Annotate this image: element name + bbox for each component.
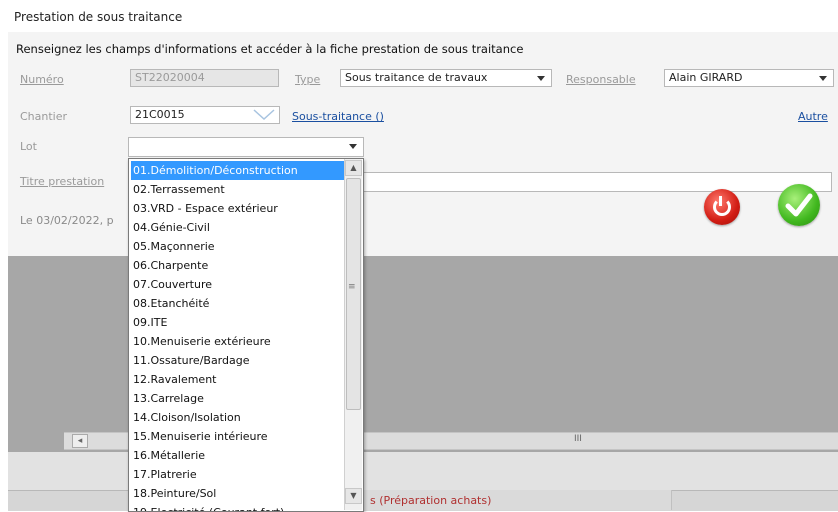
window-title: Prestation de sous traitance: [14, 10, 183, 24]
grip-icon: ≡: [348, 282, 356, 292]
created-text: Le 03/02/2022, p: [20, 214, 114, 227]
type-select[interactable]: Sous traitance de travaux: [340, 69, 552, 87]
dropdown-option[interactable]: 12.Ravalement: [131, 370, 345, 389]
cancel-button[interactable]: [704, 189, 740, 225]
titre-label: Titre prestation: [20, 175, 105, 188]
chantier-value: 21C0015: [135, 108, 185, 121]
dropdown-option[interactable]: 09.ITE: [131, 313, 345, 332]
lot-label: Lot: [20, 140, 37, 153]
dropdown-option[interactable]: 13.Carrelage: [131, 389, 345, 408]
dropdown-option[interactable]: 06.Charpente: [131, 256, 345, 275]
dropdown-option[interactable]: 07.Couverture: [131, 275, 345, 294]
power-icon: [713, 198, 731, 216]
dropdown-scroll-thumb[interactable]: [346, 178, 361, 410]
bottom-tab-label: s (Préparation achats): [370, 494, 492, 507]
lot-select[interactable]: [128, 137, 364, 157]
scroll-left-icon[interactable]: ◂: [72, 434, 88, 448]
dropdown-option[interactable]: 03.VRD - Espace extérieur: [131, 199, 345, 218]
dropdown-option[interactable]: 02.Terrassement: [131, 180, 345, 199]
validate-button[interactable]: [778, 184, 820, 226]
dropdown-option[interactable]: 18.Peinture/Sol: [131, 484, 345, 503]
dropdown-option[interactable]: 01.Démolition/Déconstruction: [131, 161, 345, 180]
dropdown-option[interactable]: 05.Maçonnerie: [131, 237, 345, 256]
scroll-down-icon[interactable]: ▼: [345, 488, 362, 504]
check-icon: [785, 193, 813, 217]
dropdown-option[interactable]: 15.Menuiserie intérieure: [131, 427, 345, 446]
numero-field: ST22020004: [130, 69, 279, 87]
scroll-grip-icon: III: [574, 434, 582, 444]
chantier-label: Chantier: [20, 110, 68, 123]
chevron-down-icon: [537, 76, 545, 81]
chevron-down-icon: [349, 144, 357, 149]
lot-dropdown-list[interactable]: 01.Démolition/Déconstruction 02.Terrassem…: [128, 158, 364, 512]
dropdown-option[interactable]: 08.Etanchéité: [131, 294, 345, 313]
instruction-text: Renseignez les champs d'informations et …: [16, 42, 524, 56]
type-label[interactable]: Type: [295, 73, 320, 86]
dropdown-option[interactable]: 16.Métallerie: [131, 446, 345, 465]
dropdown-option[interactable]: 04.Génie-Civil: [131, 218, 345, 237]
scroll-up-icon[interactable]: ▲: [345, 160, 362, 176]
responsable-select-value: Alain GIRARD: [669, 71, 743, 84]
responsable-select[interactable]: Alain GIRARD: [664, 69, 834, 87]
dropdown-option[interactable]: 17.Platrerie: [131, 465, 345, 484]
chevron-down-icon: [819, 76, 827, 81]
dropdown-option[interactable]: 19.Electricité (Courant fort): [131, 503, 345, 511]
responsable-label[interactable]: Responsable: [566, 73, 636, 86]
dropdown-option[interactable]: 10.Menuiserie extérieure: [131, 332, 345, 351]
chevron-down-icon[interactable]: [253, 109, 275, 121]
numero-label: Numéro: [20, 73, 64, 86]
autre-link[interactable]: Autre: [798, 110, 828, 123]
type-select-value: Sous traitance de travaux: [345, 71, 488, 84]
chantier-field[interactable]: 21C0015: [130, 106, 280, 124]
dropdown-option[interactable]: 14.Cloison/Isolation: [131, 408, 345, 427]
sous-traitance-link[interactable]: Sous-traitance (): [292, 110, 384, 123]
dropdown-option[interactable]: 11.Ossature/Bardage: [131, 351, 345, 370]
